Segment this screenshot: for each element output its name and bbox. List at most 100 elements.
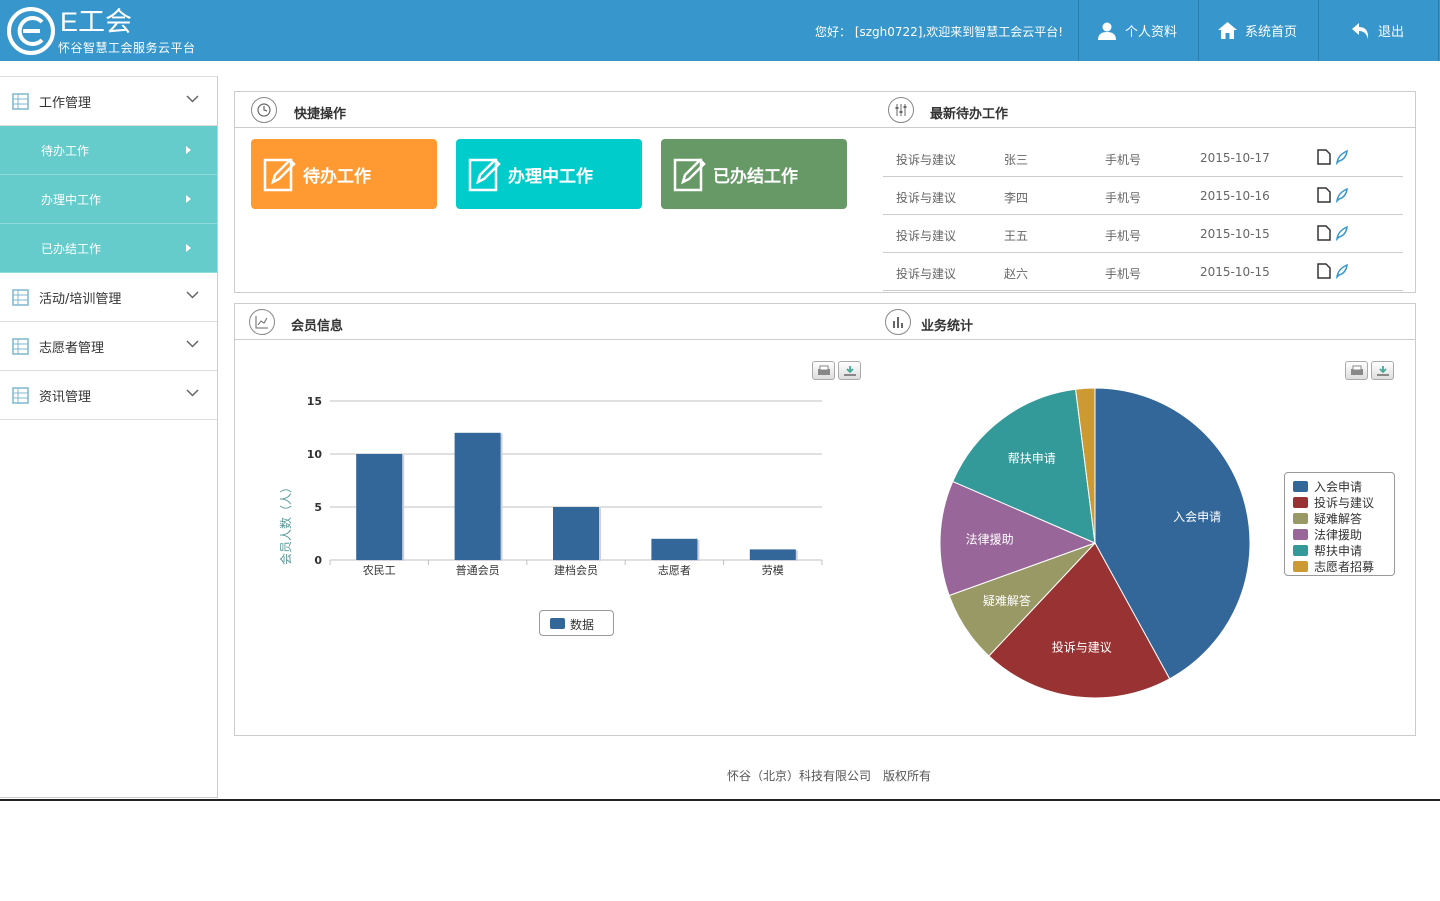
print-button[interactable] (812, 361, 835, 380)
table-row[interactable]: 投诉与建议 赵六 手机号 2015-10-15 (883, 253, 1403, 291)
todo-type: 投诉与建议 (896, 191, 957, 205)
todo-date: 2015-10-15 (1200, 227, 1270, 241)
home-button[interactable]: 系统首页 (1218, 0, 1297, 61)
bar-legend[interactable]: 数据 (539, 610, 614, 636)
page-bottom-border (0, 799, 1440, 801)
legend-item[interactable]: 帮扶申请 (1293, 542, 1362, 558)
todo-date: 2015-10-16 (1200, 189, 1270, 203)
sidebar-item-news[interactable]: 资讯管理 (0, 371, 217, 420)
legend-label: 数据 (570, 618, 595, 632)
pie-legend[interactable]: 入会申请 投诉与建议 疑难解答 法律援助 帮扶申请 志愿者招募 (1284, 472, 1395, 576)
pie-slice-label: 法律援助 (966, 533, 1014, 547)
quick-button-label: 办理中工作 (508, 166, 593, 187)
footer-rights: 版权所有 (883, 769, 932, 783)
legend-label: 法律援助 (1314, 527, 1363, 542)
member-info-title: 会员信息 (291, 319, 344, 334)
legend-item[interactable]: 法律援助 (1293, 526, 1362, 542)
legend-item[interactable]: 入会申请 (1293, 478, 1362, 494)
grid-icon (12, 288, 29, 306)
sliders-icon (888, 97, 914, 123)
print-button[interactable] (1345, 361, 1368, 380)
feather-edit-icon[interactable] (1335, 225, 1349, 241)
table-row[interactable]: 投诉与建议 李四 手机号 2015-10-16 (883, 177, 1403, 215)
export-button[interactable] (1371, 361, 1394, 380)
chevron-down-icon (186, 291, 199, 299)
document-icon[interactable] (1317, 187, 1331, 203)
user-icon (1098, 22, 1116, 40)
grid-icon (12, 92, 29, 110)
legend-label: 入会申请 (1314, 479, 1363, 494)
sidebar-item-volunteer[interactable]: 志愿者管理 (0, 322, 217, 371)
quick-pending-button[interactable]: 待办工作 (251, 139, 437, 209)
quick-completed-button[interactable]: 已办结工作 (661, 139, 847, 209)
header-divider (1078, 0, 1079, 61)
x-tick-label: 志愿者 (658, 564, 691, 577)
quick-in-progress-button[interactable]: 办理中工作 (456, 139, 642, 209)
sidebar-item-activity-training[interactable]: 活动/培训管理 (0, 273, 217, 322)
feather-edit-icon[interactable] (1335, 149, 1349, 165)
download-icon (1376, 365, 1389, 376)
member-bar-chart: 农民工 普通会员 建档会员 志愿者 劳模 0 5 10 15 会员人数（人） (278, 395, 823, 577)
table-row[interactable]: 投诉与建议 张三 手机号 2015-10-17 (883, 139, 1403, 177)
charts-panel-header (235, 304, 1415, 340)
legend-swatch (1293, 528, 1308, 540)
feather-edit-icon[interactable] (1335, 263, 1349, 279)
profile-button[interactable]: 个人资料 (1097, 0, 1177, 61)
legend-item[interactable]: 志愿者招募 (1293, 558, 1374, 574)
legend-swatch (550, 618, 565, 629)
business-pie-chart: 入会申请投诉与建议 疑难解答 法律援助 帮扶申请 (939, 387, 1251, 699)
todo-title: 最新待办工作 (930, 107, 1009, 122)
x-tick-label: 建档会员 (554, 563, 598, 577)
todo-name: 王五 (1004, 229, 1029, 243)
pie-slice-label: 帮扶申请 (1008, 451, 1056, 466)
logout-label: 退出 (1378, 25, 1405, 40)
x-tick-label: 劳模 (762, 564, 784, 577)
export-button[interactable] (838, 361, 861, 380)
header-divider (1438, 0, 1439, 61)
caret-right-icon (186, 195, 191, 203)
legend-item[interactable]: 投诉与建议 (1293, 494, 1374, 510)
pie-slice-label: 投诉与建议 (1052, 640, 1112, 655)
document-icon[interactable] (1317, 149, 1331, 165)
sidebar-subitem-completed[interactable]: 已办结工作 (0, 224, 217, 273)
brand-subtitle: 怀谷智慧工会服务云平台 (58, 41, 196, 55)
todo-type: 投诉与建议 (896, 153, 957, 167)
sidebar-item-work-management[interactable]: 工作管理 (0, 77, 217, 126)
bar[interactable] (356, 454, 403, 560)
quick-ops-title: 快捷操作 (294, 107, 347, 122)
y-tick-label: 5 (314, 501, 322, 514)
document-icon[interactable] (1317, 263, 1331, 279)
todo-name: 张三 (1004, 153, 1029, 167)
table-row[interactable]: 投诉与建议 王五 手机号 2015-10-15 (883, 215, 1403, 253)
document-icon[interactable] (1317, 225, 1331, 241)
sidebar-subitem-in-progress[interactable]: 办理中工作 (0, 175, 217, 224)
feather-edit-icon[interactable] (1335, 187, 1349, 203)
chevron-down-icon (186, 340, 199, 348)
top-panel: 快捷操作 最新待办工作 待办工作 办理中工作 已办结工作 投诉与建议 张三 手机… (234, 91, 1416, 293)
legend-swatch (1293, 560, 1308, 572)
bar[interactable] (553, 507, 599, 560)
caret-right-icon (186, 146, 191, 154)
bar[interactable] (749, 549, 796, 560)
quick-button-label: 已办结工作 (713, 166, 798, 187)
bar[interactable] (651, 538, 698, 560)
sidebar-subitem-label: 已办结工作 (41, 241, 102, 256)
profile-label: 个人资料 (1125, 25, 1178, 40)
sidebar-subitem-label: 办理中工作 (41, 192, 102, 207)
sidebar-subitem-pending[interactable]: 待办工作 (0, 126, 217, 175)
print-icon (1350, 365, 1363, 375)
bar[interactable] (454, 432, 501, 560)
edit-icon (263, 158, 296, 192)
brand-title: E工会 (60, 7, 133, 37)
todo-date: 2015-10-17 (1200, 151, 1270, 165)
bar-chart-icon (885, 309, 911, 335)
legend-label: 志愿者招募 (1314, 559, 1375, 574)
sidebar-item-label: 资讯管理 (39, 389, 92, 405)
quick-button-label: 待办工作 (303, 166, 371, 187)
chevron-down-icon (186, 95, 199, 103)
caret-right-icon (186, 244, 191, 252)
logout-button[interactable]: 退出 (1352, 0, 1404, 61)
legend-item[interactable]: 疑难解答 (1293, 510, 1362, 526)
legend-swatch (1293, 496, 1308, 508)
sidebar: 工作管理 待办工作 办理中工作 已办结工作 活动/培训管理 志愿者管理 资讯管理 (0, 76, 218, 798)
